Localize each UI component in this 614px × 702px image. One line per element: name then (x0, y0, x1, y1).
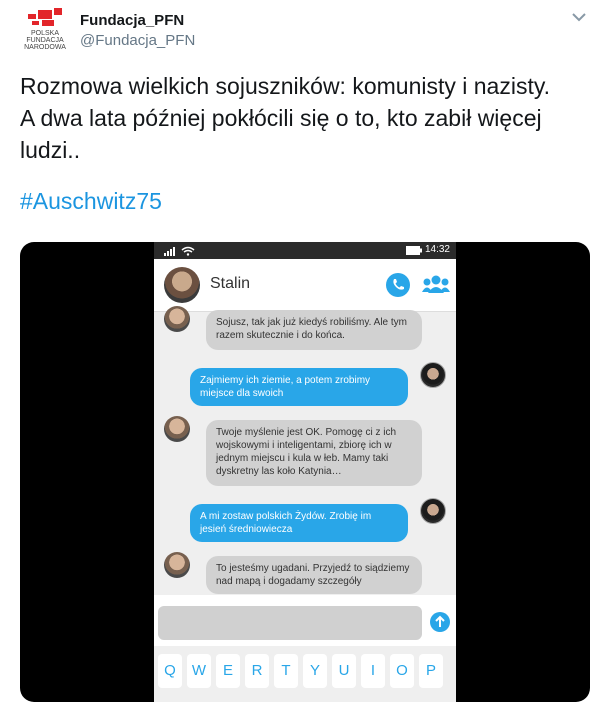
author-display-name[interactable]: Fundacja_PFN (80, 12, 184, 29)
stalin-avatar (164, 306, 190, 332)
keyboard-key[interactable]: Y (303, 654, 327, 688)
message-bubble-incoming: Twoje myślenie jest OK. Pomogę ci z ich … (206, 420, 422, 486)
message-input[interactable] (158, 606, 422, 640)
message-bubble-incoming: Sojusz, tak jak już kiedyś robiliśmy. Al… (206, 310, 422, 350)
logo-text-line: POLSKA (30, 30, 59, 37)
message-bubble-outgoing: A mi zostaw polskich Żydów. Zrobię im je… (190, 504, 408, 542)
tweet-text: Rozmowa wielkich sojuszników: komunisty … (20, 70, 590, 166)
contact-name: Stalin (210, 275, 251, 292)
author-avatar[interactable]: POLSKA FUNDACJA NARODOWA (20, 8, 70, 52)
chat-header: Stalin (154, 259, 456, 312)
message-bubble-outgoing: Zajmiemy ich ziemie, a potem zrobimy mie… (190, 368, 408, 406)
tweet-text-line: Rozmowa wielkich sojuszników: komunisty … (20, 73, 551, 99)
keyboard-key[interactable]: U (332, 654, 356, 688)
author-handle[interactable]: @Fundacja_PFN (80, 32, 195, 49)
tweet-text-line: A dwa lata później pokłócili się o to, k… (20, 105, 542, 131)
hitler-avatar (420, 498, 446, 524)
tweet-text-line: ludzi.. (20, 137, 81, 163)
message-bubble-incoming: To jesteśmy ugadani. Przyjedź to siądzie… (206, 556, 422, 594)
hashtag-link[interactable]: #Auschwitz75 (20, 188, 162, 215)
stalin-avatar (164, 416, 190, 442)
hitler-avatar (420, 362, 446, 388)
battery-icon (406, 246, 422, 255)
send-icon[interactable] (430, 612, 450, 632)
keyboard-key[interactable]: T (274, 654, 298, 688)
status-time: 14:32 (424, 244, 450, 255)
keyboard-key[interactable]: W (187, 654, 211, 688)
pfn-logo-icon (28, 8, 62, 26)
phone-call-icon[interactable] (386, 273, 410, 297)
logo-text-line: FUNDACJA (26, 37, 64, 44)
phone-screenshot: 14:32 Stalin Sojusz, tak jak już kiedyś … (154, 242, 456, 702)
keyboard-key[interactable]: P (419, 654, 443, 688)
contact-avatar[interactable] (164, 267, 200, 303)
keyboard-key[interactable]: I (361, 654, 385, 688)
keyboard-key[interactable]: O (390, 654, 414, 688)
group-contacts-icon[interactable] (422, 273, 450, 297)
keyboard-key[interactable]: E (216, 654, 240, 688)
status-bar: 14:32 (154, 242, 456, 259)
tweet-media[interactable]: 14:32 Stalin Sojusz, tak jak już kiedyś … (20, 242, 590, 702)
signal-wifi-icon (164, 246, 195, 256)
logo-text-line: NARODOWA (24, 44, 66, 51)
tweet: POLSKA FUNDACJA NARODOWA Fundacja_PFN @F… (0, 0, 614, 702)
chevron-down-icon[interactable] (572, 12, 586, 22)
stalin-avatar (164, 552, 190, 578)
keyboard-key[interactable]: R (245, 654, 269, 688)
keyboard-key[interactable]: Q (158, 654, 182, 688)
message-list: Sojusz, tak jak już kiedyś robiliśmy. Al… (154, 306, 456, 595)
